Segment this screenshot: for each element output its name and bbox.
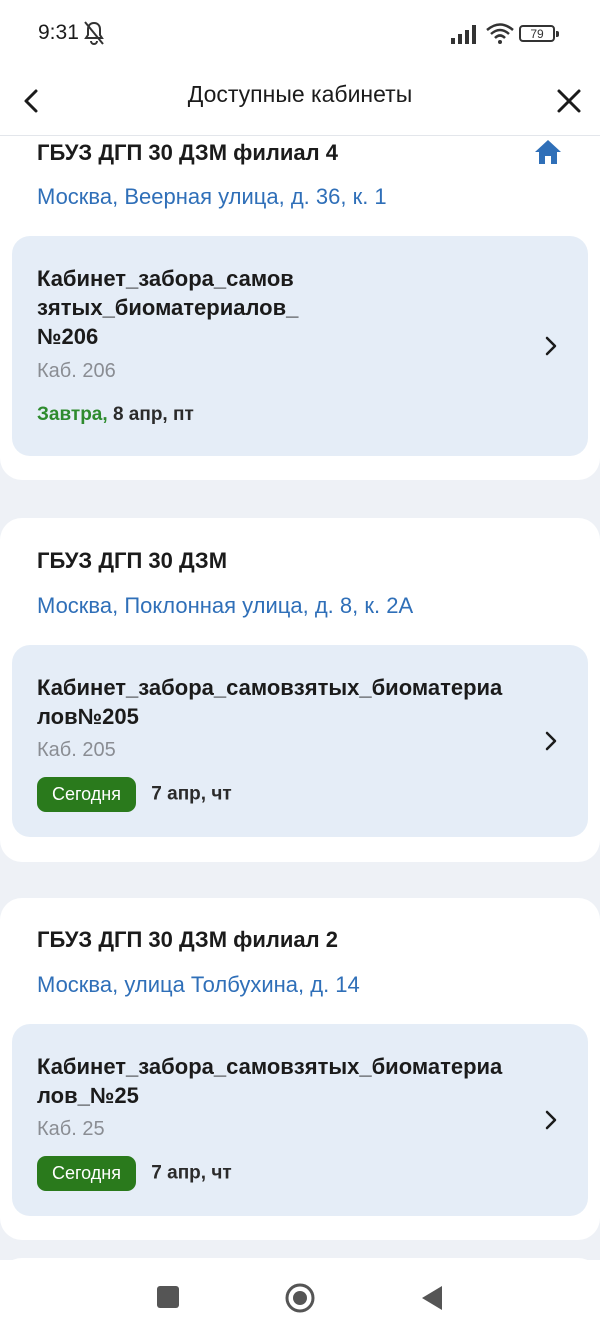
wifi-icon	[486, 23, 514, 44]
app-bar: Доступные кабинеты	[0, 66, 600, 136]
chevron-right-icon	[545, 336, 557, 356]
date-text: 7 апр, чт	[151, 1162, 232, 1184]
clinic-group: ГБУЗ ДГП 30 ДЗМ филиал 2 Москва, улица Т…	[0, 898, 600, 1240]
availability-date: Сегодня 7 апр, чт	[37, 1156, 232, 1191]
today-badge: Сегодня	[37, 1156, 136, 1191]
room-name-line: №206	[37, 324, 99, 349]
clinic-address[interactable]: Москва, Веерная улица, д. 36, к. 1	[37, 184, 387, 210]
today-badge: Сегодня	[37, 777, 136, 812]
availability-date: Завтра, 8 апр, пт	[37, 404, 194, 426]
bell-off-icon	[84, 21, 104, 45]
room-name: Кабинет_забора_самовзятых_биоматериа лов…	[37, 1052, 502, 1110]
clinic-group: ГБУЗ ДГП 30 ДЗМ Москва, Поклонная улица,…	[0, 518, 600, 862]
room-name-line: лов_№25	[37, 1083, 139, 1108]
home-icon	[535, 140, 561, 164]
status-time: 9:31	[38, 21, 79, 44]
clinic-address[interactable]: Москва, улица Толбухина, д. 14	[37, 972, 360, 998]
close-icon[interactable]	[550, 76, 590, 126]
recents-icon[interactable]	[157, 1286, 179, 1308]
battery-level: 79	[530, 26, 544, 41]
room-name-line: лов№205	[37, 704, 139, 729]
room-name: Кабинет_забора_самовзятых_биоматериа лов…	[37, 673, 502, 731]
room-name: Кабинет_забора_самов зятых_биоматериалов…	[37, 264, 298, 351]
status-bar: 9:31 79	[0, 0, 600, 66]
battery-icon: 79	[519, 25, 559, 42]
room-number: Каб. 205	[37, 739, 116, 761]
clinic-name: ГБУЗ ДГП 30 ДЗМ	[37, 548, 228, 573]
chevron-right-icon	[545, 731, 557, 751]
date-text: 8 апр, пт	[112, 404, 194, 425]
tomorrow-label: Завтра,	[37, 404, 108, 425]
date-text: 7 апр, чт	[151, 783, 232, 805]
availability-date: Сегодня 7 апр, чт	[37, 777, 232, 812]
room-card[interactable]: Кабинет_забора_самовзятых_биоматериа лов…	[12, 1024, 588, 1216]
page-title: Доступные кабинеты	[187, 81, 413, 107]
clinic-address[interactable]: Москва, Поклонная улица, д. 8, к. 2А	[37, 593, 413, 619]
system-nav-bar	[0, 1260, 600, 1332]
clinic-group: ГБУЗ ДГП 30 ДЗМ филиал 4 Москва, Веерная…	[0, 136, 600, 480]
room-number: Каб. 25	[37, 1118, 105, 1140]
room-card[interactable]: Кабинет_забора_самовзятых_биоматериа лов…	[12, 645, 588, 837]
home-circle-icon[interactable]	[284, 1282, 316, 1314]
room-name-line: зятых_биоматериалов_	[37, 295, 299, 320]
back-triangle-icon[interactable]	[420, 1284, 444, 1312]
clinic-name: ГБУЗ ДГП 30 ДЗМ филиал 2	[37, 927, 338, 952]
room-name-line: Кабинет_забора_самов	[37, 266, 294, 291]
clinic-name: ГБУЗ ДГП 30 ДЗМ филиал 4	[37, 140, 338, 165]
room-number: Каб. 206	[37, 360, 116, 382]
room-name-line: Кабинет_забора_самовзятых_биоматериа	[37, 675, 503, 700]
room-card[interactable]: Кабинет_забора_самов зятых_биоматериалов…	[12, 236, 588, 456]
clinic-list[interactable]: ГБУЗ ДГП 30 ДЗМ филиал 4 Москва, Веерная…	[0, 136, 600, 1260]
room-name-line: Кабинет_забора_самовзятых_биоматериа	[37, 1054, 503, 1079]
chevron-right-icon	[545, 1110, 557, 1130]
signal-icon	[451, 25, 476, 44]
